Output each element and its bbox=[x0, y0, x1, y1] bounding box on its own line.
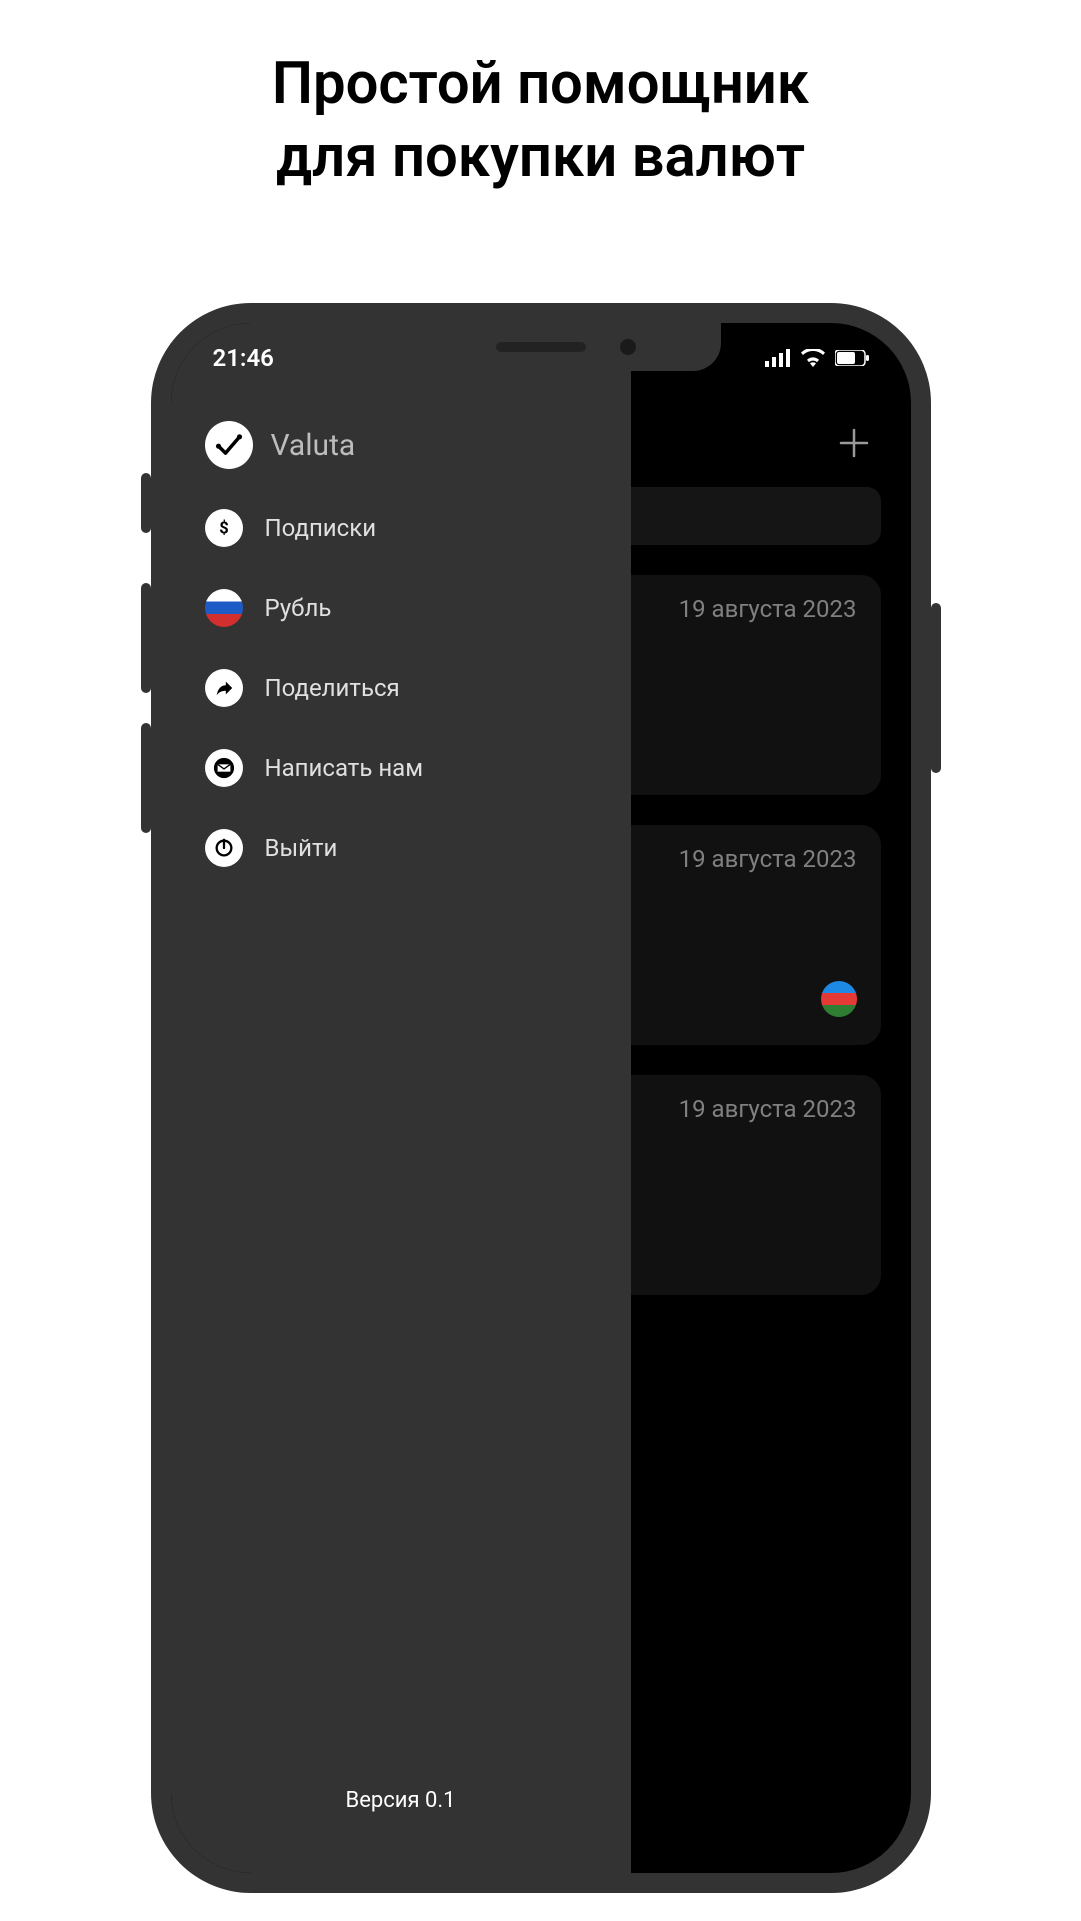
status-time: 21:46 bbox=[213, 344, 274, 372]
phone-side-button bbox=[141, 473, 151, 533]
promo-line-1: Простой помощник bbox=[0, 48, 1081, 121]
drawer-header: Valuta bbox=[171, 421, 631, 509]
svg-text:$: $ bbox=[219, 520, 228, 539]
add-button[interactable] bbox=[837, 423, 871, 467]
promo-line-2: для покупки валют bbox=[0, 121, 1081, 194]
menu-ruble[interactable]: Рубль bbox=[205, 589, 597, 627]
menu-label: Выйти bbox=[265, 834, 338, 862]
menu-share[interactable]: Поделиться bbox=[205, 669, 597, 707]
side-drawer: Valuta $ Подписки Рубль bbox=[171, 323, 631, 1873]
power-icon bbox=[205, 829, 243, 867]
share-icon bbox=[205, 669, 243, 707]
menu-label: Поделиться bbox=[265, 674, 400, 702]
menu-logout[interactable]: Выйти bbox=[205, 829, 597, 867]
flag-russia-icon bbox=[205, 589, 243, 627]
flag-azerbaijan-icon bbox=[821, 981, 857, 1017]
app-name: Valuta bbox=[271, 428, 356, 463]
wifi-icon bbox=[801, 349, 825, 367]
menu-subscriptions[interactable]: $ Подписки bbox=[205, 509, 597, 547]
menu-label: Рубль bbox=[265, 594, 332, 622]
promo-headline: Простой помощник для покупки валют bbox=[0, 0, 1081, 193]
card-date: 19 августа 2023 bbox=[679, 1095, 857, 1123]
phone-side-button bbox=[141, 723, 151, 833]
version-label: Версия 0.1 bbox=[171, 1788, 631, 1873]
menu-label: Подписки bbox=[265, 514, 377, 542]
dollar-icon: $ bbox=[205, 509, 243, 547]
card-date: 19 августа 2023 bbox=[679, 845, 857, 873]
menu-contact[interactable]: Написать нам bbox=[205, 749, 597, 787]
battery-icon bbox=[835, 350, 869, 366]
phone-mockup: 21:46 bbox=[151, 303, 931, 1893]
menu-label: Написать нам bbox=[265, 754, 424, 782]
phone-notch bbox=[361, 323, 721, 371]
app-logo-icon bbox=[205, 421, 253, 469]
cellular-icon bbox=[765, 349, 791, 367]
mail-icon bbox=[205, 749, 243, 787]
card-date: 19 августа 2023 bbox=[679, 595, 857, 623]
phone-side-button bbox=[931, 603, 941, 773]
phone-side-button bbox=[141, 583, 151, 693]
